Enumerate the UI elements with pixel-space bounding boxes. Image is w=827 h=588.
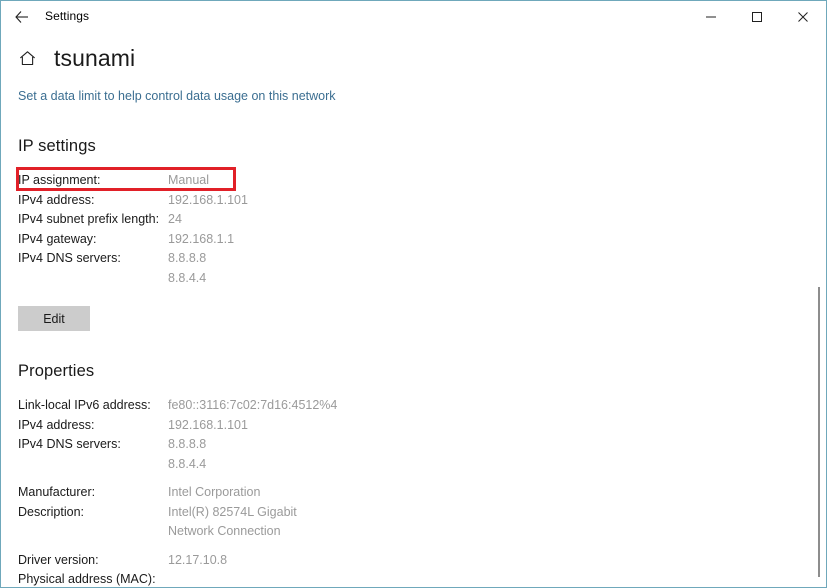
row-description: Description: Intel(R) 82574L Gigabit Net… bbox=[18, 503, 826, 542]
row-manufacturer: Manufacturer: Intel Corporation bbox=[18, 483, 826, 503]
minimize-icon bbox=[705, 11, 717, 23]
row-ipv4-gateway: IPv4 gateway: 192.168.1.1 bbox=[18, 230, 826, 250]
row-driver-version: Driver version: 12.17.10.8 bbox=[18, 551, 826, 571]
row-ipv4-subnet-prefix-length: IPv4 subnet prefix length: 24 bbox=[18, 210, 826, 230]
window-controls bbox=[688, 1, 826, 32]
label-ip-assignment: IP assignment: bbox=[18, 171, 168, 191]
value-link-local-ipv6-address: fe80::3116:7c02:7d16:4512%4 bbox=[168, 396, 337, 416]
home-icon[interactable] bbox=[18, 49, 37, 68]
maximize-icon bbox=[751, 11, 763, 23]
value-ipv4-gateway: 192.168.1.1 bbox=[168, 230, 234, 250]
row-ip-assignment: IP assignment: Manual bbox=[18, 171, 826, 191]
ip-settings-table: IP assignment: Manual IPv4 address: 192.… bbox=[18, 171, 826, 288]
ip-settings-heading: IP settings bbox=[18, 136, 826, 157]
back-button[interactable] bbox=[1, 1, 43, 32]
row-ipv4-address: IPv4 address: 192.168.1.101 bbox=[18, 191, 826, 211]
label-properties-ipv4-address: IPv4 address: bbox=[18, 416, 168, 436]
label-ipv4-gateway: IPv4 gateway: bbox=[18, 230, 168, 250]
value-ipv4-address: 192.168.1.101 bbox=[168, 191, 248, 211]
scrollbar-thumb[interactable] bbox=[818, 287, 820, 577]
label-properties-ipv4-dns-servers: IPv4 DNS servers: bbox=[18, 435, 168, 455]
value-manufacturer: Intel Corporation bbox=[168, 483, 260, 503]
value-ipv4-dns-servers: 8.8.8.8 8.8.4.4 bbox=[168, 249, 206, 288]
value-driver-version: 12.17.10.8 bbox=[168, 551, 227, 571]
title-bar: Settings bbox=[1, 1, 826, 32]
value-description: Intel(R) 82574L Gigabit Network Connecti… bbox=[168, 503, 343, 542]
value-ip-assignment: Manual bbox=[168, 171, 209, 191]
row-properties-ipv4-address: IPv4 address: 192.168.1.101 bbox=[18, 416, 826, 436]
value-properties-ipv4-address: 192.168.1.101 bbox=[168, 416, 248, 436]
value-properties-ipv4-dns-servers: 8.8.8.8 8.8.4.4 bbox=[168, 435, 206, 474]
value-ipv4-subnet-prefix-length: 24 bbox=[168, 210, 182, 230]
label-ipv4-subnet-prefix-length: IPv4 subnet prefix length: bbox=[18, 210, 168, 230]
row-link-local-ipv6-address: Link-local IPv6 address: fe80::3116:7c02… bbox=[18, 396, 826, 416]
row-ipv4-dns-servers: IPv4 DNS servers: 8.8.8.8 8.8.4.4 bbox=[18, 249, 826, 288]
maximize-button[interactable] bbox=[734, 1, 780, 32]
set-data-limit-link[interactable]: Set a data limit to help control data us… bbox=[18, 88, 336, 104]
settings-window: Settings bbox=[0, 0, 827, 588]
properties-table: Link-local IPv6 address: fe80::3116:7c02… bbox=[18, 396, 826, 588]
page-content: tsunami Set a data limit to help control… bbox=[1, 43, 826, 588]
label-manufacturer: Manufacturer: bbox=[18, 483, 168, 503]
label-ipv4-address: IPv4 address: bbox=[18, 191, 168, 211]
label-physical-address-mac: Physical address (MAC): bbox=[18, 570, 168, 588]
label-ipv4-dns-servers: IPv4 DNS servers: bbox=[18, 249, 168, 269]
minimize-button[interactable] bbox=[688, 1, 734, 32]
label-description: Description: bbox=[18, 503, 168, 523]
row-physical-address-mac: Physical address (MAC): bbox=[18, 570, 826, 588]
close-icon bbox=[797, 11, 809, 23]
close-button[interactable] bbox=[780, 1, 826, 32]
vertical-scrollbar[interactable] bbox=[813, 32, 825, 586]
edit-button[interactable]: Edit bbox=[18, 306, 90, 331]
back-arrow-icon bbox=[14, 9, 30, 25]
label-link-local-ipv6-address: Link-local IPv6 address: bbox=[18, 396, 168, 416]
properties-heading: Properties bbox=[18, 361, 826, 382]
label-driver-version: Driver version: bbox=[18, 551, 168, 571]
page-header: tsunami bbox=[18, 43, 826, 73]
app-title: Settings bbox=[45, 1, 89, 32]
row-properties-ipv4-dns-servers: IPv4 DNS servers: 8.8.8.8 8.8.4.4 bbox=[18, 435, 826, 474]
page-title: tsunami bbox=[54, 43, 135, 73]
